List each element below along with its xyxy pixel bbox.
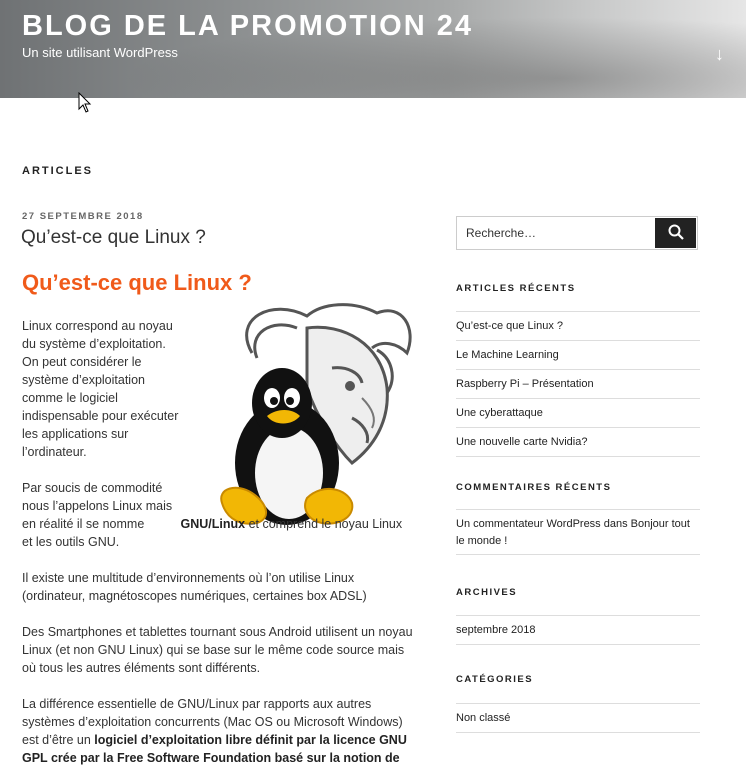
categories-list: Non classé — [456, 703, 700, 733]
archives-list: septembre 2018 — [456, 615, 700, 645]
recent-comment[interactable]: Un commentateur WordPress dans Bonjour t… — [456, 509, 700, 555]
search-icon — [668, 224, 684, 240]
recent-posts-title: ARTICLES RÉCENTS — [456, 283, 576, 294]
search-form — [456, 216, 698, 250]
recent-post-link[interactable]: Qu’est-ce que Linux ? — [456, 311, 700, 340]
post-date[interactable]: 27 SEPTEMBRE 2018 — [22, 211, 144, 222]
category-link[interactable]: Non classé — [456, 703, 700, 733]
arrow-down-icon[interactable]: ↓ — [715, 44, 724, 65]
search-input[interactable] — [457, 217, 664, 249]
content-heading: Qu’est-ce que Linux ? — [22, 270, 252, 295]
site-header: BLOG DE LA PROMOTION 24 Un site utilisan… — [0, 0, 746, 98]
gnu-linux-bold: GNU/Linux — [180, 517, 246, 531]
recent-post-link[interactable]: Une nouvelle carte Nvidia? — [456, 427, 700, 457]
paragraph-2-text: Par soucis de commodité nous l’appelons … — [22, 481, 173, 531]
paragraph-2: Par soucis de commodité nous l’appelons … — [22, 479, 412, 551]
recent-post-link[interactable]: Raspberry Pi – Présentation — [456, 369, 700, 398]
section-label: ARTICLES — [22, 165, 93, 177]
post-title-link[interactable]: Qu’est-ce que Linux ? — [21, 227, 206, 249]
mouse-cursor-icon — [78, 92, 92, 113]
paragraph-3: Il existe une multitude d’environnements… — [22, 571, 367, 603]
recent-post-link[interactable]: Le Machine Learning — [456, 340, 700, 369]
recent-comments-title: COMMENTAIRES RÉCENTS — [456, 482, 612, 493]
paragraph-4: Des Smartphones et tablettes tournant so… — [22, 625, 413, 675]
archives-title: ARCHIVES — [456, 587, 518, 598]
paragraph-5: La différence essentielle de GNU/Linux p… — [22, 695, 422, 767]
recent-posts-list: Qu’est-ce que Linux ? Le Machine Learnin… — [456, 311, 700, 457]
categories-title: CATÉGORIES — [456, 674, 534, 685]
site-description: Un site utilisant WordPress — [22, 45, 178, 60]
archive-link[interactable]: septembre 2018 — [456, 615, 700, 645]
recent-post-link[interactable]: Une cyberattaque — [456, 398, 700, 427]
search-button[interactable] — [655, 218, 696, 248]
site-title[interactable]: BLOG DE LA PROMOTION 24 — [22, 10, 473, 43]
paragraph-1: Linux correspond au noyau du système d’e… — [22, 319, 179, 459]
